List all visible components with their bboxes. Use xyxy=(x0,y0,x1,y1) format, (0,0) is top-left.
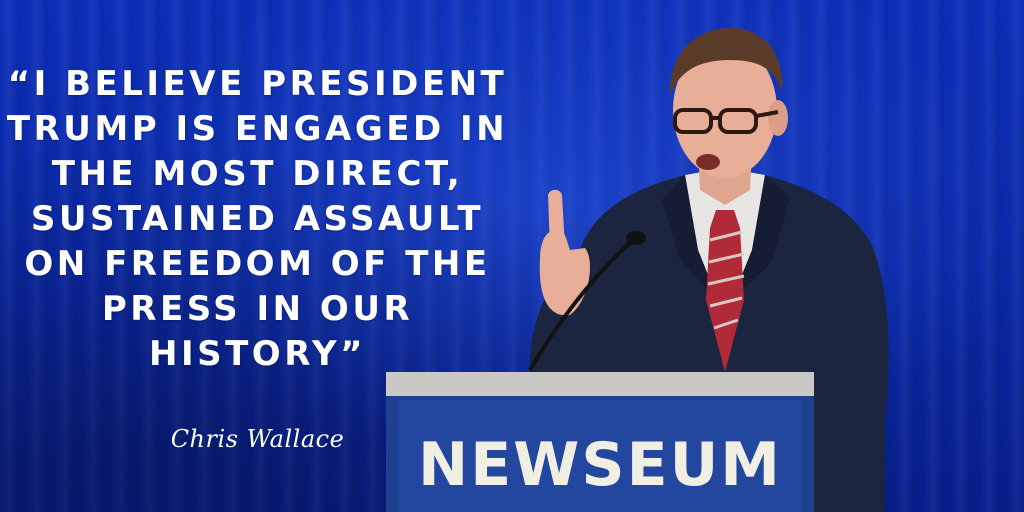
speaker-mouth xyxy=(696,154,720,170)
speaker-ear xyxy=(768,100,788,136)
microphone-icon xyxy=(626,231,646,245)
speaker-raised-finger xyxy=(548,189,565,250)
podium-top xyxy=(386,372,814,396)
podium-sign: NEWSEUM xyxy=(418,430,782,500)
quote-card: “I BELIEVE PRESIDENT TRUMP IS ENGAGED IN… xyxy=(0,0,1024,512)
speaker-illustration: NEWSEUM xyxy=(386,28,889,512)
